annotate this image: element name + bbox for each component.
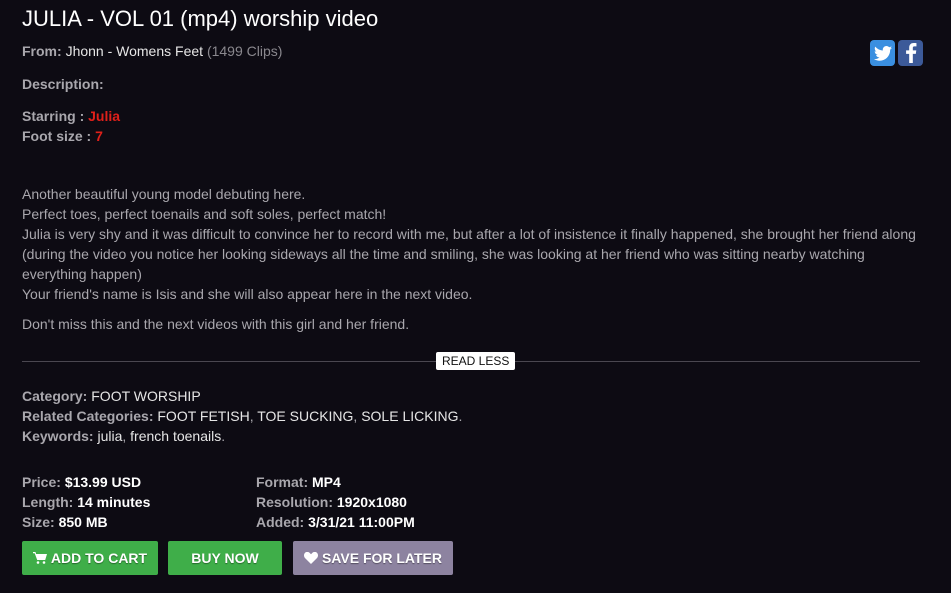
format-label: Format: bbox=[256, 474, 309, 490]
add-to-cart-label: ADD TO CART bbox=[50, 550, 148, 566]
keywords-row: Keywords: julia, french toenails. bbox=[22, 426, 462, 446]
starring-value: Julia bbox=[88, 108, 121, 124]
facebook-icon[interactable] bbox=[898, 40, 923, 66]
description-line: Another beautiful young model debuting h… bbox=[22, 186, 306, 202]
description-line: Julia is very shy and it was difficult t… bbox=[22, 226, 916, 282]
separator: . bbox=[221, 428, 226, 444]
price-row: Price: $13.99 USD bbox=[22, 472, 150, 492]
added-value: 3/31/21 11:00PM bbox=[308, 514, 415, 530]
from-line: From: Jhonn - Womens Feet (1499 Clips) bbox=[22, 43, 282, 59]
read-less-button[interactable]: READ LESS bbox=[436, 352, 516, 370]
description-text: Another beautiful young model debuting h… bbox=[22, 184, 922, 334]
related-category-link[interactable]: FOOT FETISH bbox=[157, 408, 249, 424]
starring-label: Starring : bbox=[22, 108, 85, 124]
foot-size-label: Foot size : bbox=[22, 128, 92, 144]
separator: , bbox=[122, 428, 131, 444]
clip-count: (1499 Clips) bbox=[206, 43, 283, 59]
size-value: 850 MB bbox=[58, 514, 108, 530]
category-info: Category: FOOT WORSHIP Related Categorie… bbox=[22, 386, 462, 446]
size-label: Size: bbox=[22, 514, 55, 530]
length-row: Length: 14 minutes bbox=[22, 492, 150, 512]
description-line: Perfect toes, perfect toenails and soft … bbox=[22, 206, 387, 222]
studio-link[interactable]: Jhonn - Womens Feet bbox=[66, 43, 203, 59]
category-link[interactable]: FOOT WORSHIP bbox=[91, 388, 200, 404]
keyword-link[interactable]: french toenails bbox=[130, 428, 221, 444]
foot-size-row: Foot size : 7 bbox=[22, 126, 120, 146]
keyword-link[interactable]: julia bbox=[97, 428, 122, 444]
starring-row: Starring : Julia bbox=[22, 106, 120, 126]
buy-now-button[interactable]: BUY NOW bbox=[168, 541, 282, 575]
separator: . bbox=[458, 408, 463, 424]
specs-right: Format: MP4 Resolution: 1920x1080 Added:… bbox=[256, 472, 415, 532]
description-line: Don't miss this and the next videos with… bbox=[22, 316, 410, 332]
foot-size-value: 7 bbox=[95, 128, 103, 144]
heart-icon bbox=[303, 552, 318, 564]
size-row: Size: 850 MB bbox=[22, 512, 150, 532]
page-title: JULIA - VOL 01 (mp4) worship video bbox=[22, 6, 379, 31]
specs-left: Price: $13.99 USD Length: 14 minutes Siz… bbox=[22, 472, 150, 532]
related-categories-label: Related Categories: bbox=[22, 408, 154, 424]
social-share bbox=[870, 40, 923, 66]
description-line: Your friend's name is Isis and she will … bbox=[22, 286, 473, 302]
keywords-label: Keywords: bbox=[22, 428, 94, 444]
category-label: Category: bbox=[22, 388, 88, 404]
related-category-link[interactable]: TOE SUCKING bbox=[257, 408, 353, 424]
price-label: Price: bbox=[22, 474, 61, 490]
length-label: Length: bbox=[22, 494, 74, 510]
add-to-cart-button[interactable]: ADD TO CART bbox=[22, 541, 158, 575]
price-value: $13.99 USD bbox=[64, 474, 142, 490]
added-label: Added: bbox=[256, 514, 305, 530]
buy-now-label: BUY NOW bbox=[191, 550, 259, 566]
added-row: Added: 3/31/21 11:00PM bbox=[256, 512, 415, 532]
related-categories-row: Related Categories: FOOT FETISH, TOE SUC… bbox=[22, 406, 462, 426]
save-for-later-label: SAVE FOR LATER bbox=[321, 550, 443, 566]
description-label: Description: bbox=[22, 76, 104, 92]
model-info: Starring : Julia Foot size : 7 bbox=[22, 106, 120, 146]
action-bar: ADD TO CART BUY NOW SAVE FOR LATER bbox=[22, 541, 453, 575]
format-value: MP4 bbox=[312, 474, 341, 490]
length-value: 14 minutes bbox=[77, 494, 151, 510]
save-for-later-button[interactable]: SAVE FOR LATER bbox=[293, 541, 453, 575]
category-row: Category: FOOT WORSHIP bbox=[22, 386, 462, 406]
resolution-row: Resolution: 1920x1080 bbox=[256, 492, 415, 512]
twitter-icon[interactable] bbox=[870, 40, 895, 66]
cart-icon bbox=[32, 552, 47, 564]
format-row: Format: MP4 bbox=[256, 472, 415, 492]
from-label: From: bbox=[22, 43, 62, 59]
related-category-link[interactable]: SOLE LICKING bbox=[361, 408, 458, 424]
resolution-value: 1920x1080 bbox=[336, 494, 407, 510]
resolution-label: Resolution: bbox=[256, 494, 333, 510]
